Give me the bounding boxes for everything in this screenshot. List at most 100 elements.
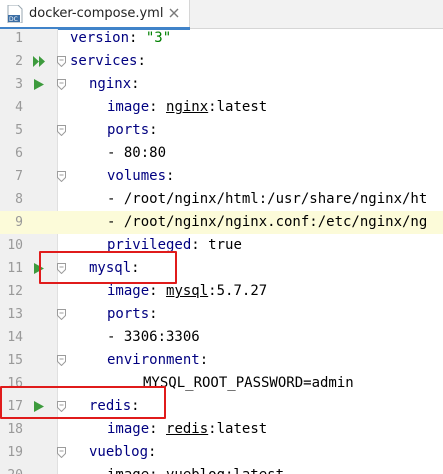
yaml-value: : true xyxy=(191,237,242,253)
tab-label: docker-compose.yml xyxy=(29,6,164,21)
code-editor[interactable]: 1 version: "3" 2 services: 3 nginx: 4 image: ng… xyxy=(0,29,443,474)
code-text: environment: xyxy=(107,349,208,372)
yaml-string: "3" xyxy=(145,30,172,46)
code-line: 15 environment: xyxy=(0,349,443,372)
yaml-file-icon: DC xyxy=(7,5,23,23)
line-number: 3 xyxy=(15,77,23,92)
code-text: - /root/nginx/html:/usr/share/nginx/ht xyxy=(107,188,427,211)
fold-icon[interactable] xyxy=(57,79,66,90)
code-line: 5 ports: xyxy=(0,119,443,142)
yaml-value: redis xyxy=(166,421,209,437)
yaml-value: : xyxy=(149,306,158,322)
line-number: 5 xyxy=(15,123,23,138)
code-text: image: redis:latest xyxy=(107,418,267,441)
code-line: 1 version: "3" xyxy=(0,29,443,50)
code-line: 14 - 3306:3306 xyxy=(0,326,443,349)
line-number: 20 xyxy=(0,464,23,474)
yaml-value: :latest xyxy=(208,421,268,437)
line-number: 4 xyxy=(15,100,23,115)
yaml-value: : xyxy=(199,352,209,368)
code-text: ports: xyxy=(107,303,158,326)
code-line: 2 services: xyxy=(0,50,443,73)
highlight-box-mysql xyxy=(39,251,177,284)
code-line: 20 image: vueblog:latest xyxy=(0,464,443,474)
code-text: image: vueblog:latest xyxy=(107,464,284,474)
yaml-value: MYSQL_ROOT_PASSWORD=admin xyxy=(143,375,354,391)
code-text: ports: xyxy=(107,119,158,142)
yaml-key: image xyxy=(107,99,150,115)
code-text: nginx: xyxy=(89,73,140,96)
yaml-value: : xyxy=(129,30,146,46)
svg-text:DC: DC xyxy=(9,16,18,23)
yaml-key: environment xyxy=(107,352,200,368)
yaml-key: ports xyxy=(107,306,150,322)
code-text: - 3306:3306 xyxy=(107,326,200,349)
code-text: version: "3" xyxy=(70,29,171,50)
line-number: 10 xyxy=(7,238,23,253)
line-number: 12 xyxy=(7,284,23,299)
yaml-value: mysql xyxy=(166,283,209,299)
line-number: 2 xyxy=(15,54,23,69)
yaml-key: image xyxy=(107,421,150,437)
yaml-value: :latest xyxy=(208,99,268,115)
code-line: 7 volumes: xyxy=(0,165,443,188)
yaml-value: :5.7.27 xyxy=(208,283,268,299)
fold-icon[interactable] xyxy=(57,309,66,320)
yaml-key: version xyxy=(70,30,130,46)
line-number: 19 xyxy=(7,445,23,460)
line-number: 1 xyxy=(15,31,23,46)
code-text: - /root/nginx/nginx.conf:/etc/nginx/ng xyxy=(107,211,427,234)
line-number: 9 xyxy=(15,215,23,230)
yaml-value: : xyxy=(131,76,140,92)
code-line: 9 - /root/nginx/nginx.conf:/etc/nginx/ng xyxy=(0,211,443,234)
yaml-value: : xyxy=(149,421,167,437)
code-text: services: xyxy=(70,50,146,73)
fold-icon[interactable] xyxy=(57,355,66,366)
yaml-value: nginx xyxy=(166,99,209,115)
yaml-key: vueblog xyxy=(89,444,149,460)
yaml-key: image xyxy=(107,283,150,299)
yaml-value: : xyxy=(166,168,175,184)
code-text: MYSQL_ROOT_PASSWORD=admin xyxy=(143,372,354,395)
yaml-key: services xyxy=(70,53,138,69)
close-icon[interactable] xyxy=(167,6,181,20)
yaml-value: - 80:80 xyxy=(107,145,167,161)
fold-icon[interactable] xyxy=(57,447,66,458)
code-text: volumes: xyxy=(107,165,174,188)
yaml-key: nginx xyxy=(89,76,132,92)
yaml-value: - 3306:3306 xyxy=(107,329,200,345)
code-line: 3 nginx: xyxy=(0,73,443,96)
yaml-value: : xyxy=(149,283,167,299)
code-line: 18 image: redis:latest xyxy=(0,418,443,441)
code-line: 19 vueblog: xyxy=(0,441,443,464)
line-number: 7 xyxy=(15,169,23,184)
code-text: image: nginx:latest xyxy=(107,96,267,119)
yaml-key: volumes xyxy=(107,168,167,184)
line-number: 8 xyxy=(15,192,23,207)
yaml-value: - /root/nginx/nginx.conf:/etc/nginx/ng xyxy=(107,214,428,230)
code-line: 13 ports: xyxy=(0,303,443,326)
line-number: 11 xyxy=(7,261,23,276)
line-number: 13 xyxy=(7,307,23,322)
code-line: 4 image: nginx:latest xyxy=(0,96,443,119)
line-number: 15 xyxy=(7,353,23,368)
code-text: - 80:80 xyxy=(107,142,166,165)
run-icon[interactable] xyxy=(32,78,46,91)
code-text: vueblog: xyxy=(89,441,156,464)
line-number: 18 xyxy=(7,422,23,437)
fold-icon[interactable] xyxy=(57,56,66,67)
yaml-value: image: vueblog:latest xyxy=(107,467,284,474)
fold-icon[interactable] xyxy=(57,125,66,136)
yaml-value: : xyxy=(149,99,167,115)
yaml-value: - /root/nginx/html:/usr/share/nginx/ht xyxy=(107,191,428,207)
yaml-key: ports xyxy=(107,122,150,138)
run-all-icon[interactable] xyxy=(32,55,46,68)
code-line: 8 - /root/nginx/html:/usr/share/nginx/ht xyxy=(0,188,443,211)
yaml-value: : xyxy=(137,53,146,69)
yaml-value: : xyxy=(149,122,158,138)
line-number: 14 xyxy=(7,330,23,345)
highlight-box-redis xyxy=(0,386,166,419)
tab-docker-compose[interactable]: DC docker-compose.yml xyxy=(0,0,190,30)
editor-tab-bar: DC docker-compose.yml xyxy=(0,0,443,30)
fold-icon[interactable] xyxy=(57,171,66,182)
